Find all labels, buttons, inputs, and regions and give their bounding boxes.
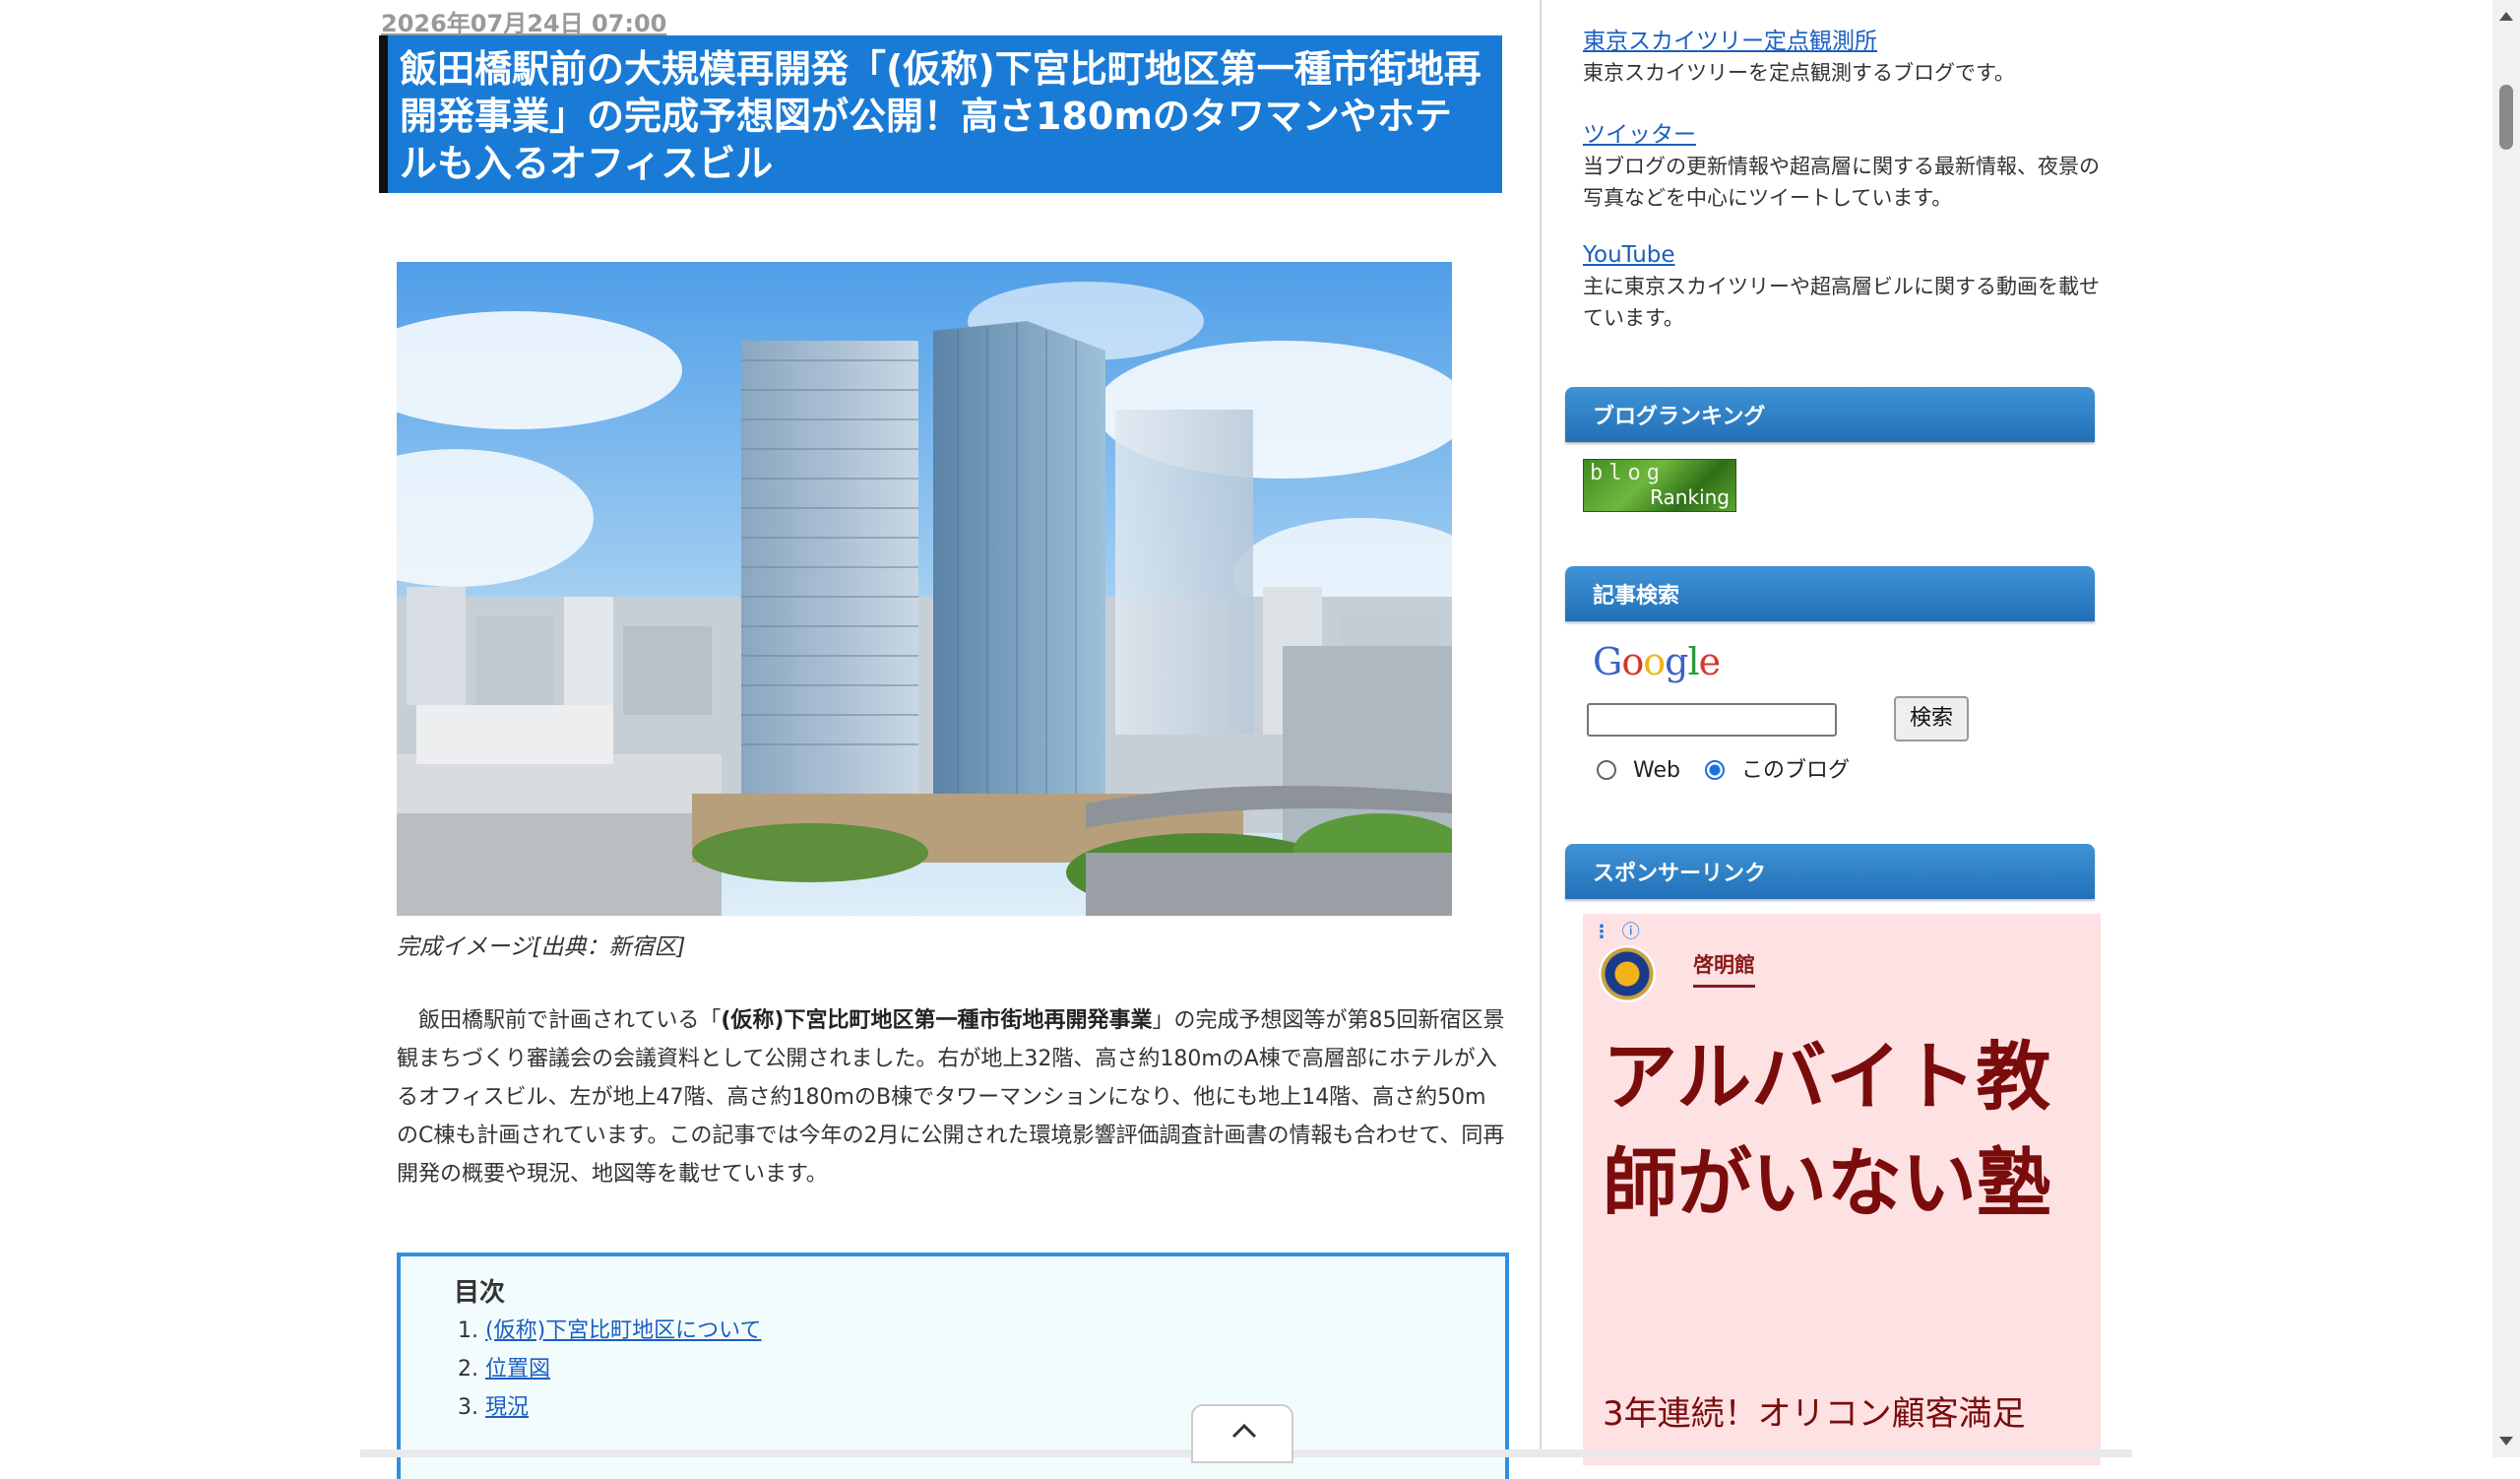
ad-banner[interactable]: ⋮ ⓘ 啓明館 アルバイト教師がいない塾 3年連続！オリコン顧客満足 xyxy=(1583,914,2101,1465)
radio-this-blog[interactable] xyxy=(1704,760,1725,780)
project-name-bold: (仮称)下宮比町地区第一種市街地再開発事業 xyxy=(721,1008,1153,1033)
toc-list: 1. (仮称)下宮比町地区について 2. 位置図 3. 現況 xyxy=(458,1312,762,1427)
sidebar-link-twitter: ツイッター 当ブログの更新情報や超高層に関する最新情報、夜景の写真などを中心にツ… xyxy=(1583,119,2105,214)
post-title: 飯田橋駅前の大規模再開発「(仮称)下宮比町地区第一種市街地再開発事業」の完成予想… xyxy=(379,35,1502,193)
post-date[interactable]: 2026年07月24日 07:00 xyxy=(381,4,666,38)
toc-link-about[interactable]: (仮称)下宮比町地区について xyxy=(485,1318,762,1343)
toc-item: 2. 位置図 xyxy=(458,1350,762,1388)
ad-brand-logo-icon xyxy=(1599,945,1656,1002)
search-widget-heading: 記事検索 xyxy=(1565,566,2095,621)
twitter-link-desc: 当ブログの更新情報や超高層に関する最新情報、夜景の写真などを中心にツイートしてい… xyxy=(1583,155,2100,210)
ranking-badge-top: blog xyxy=(1590,461,1666,485)
toc-link-location-map[interactable]: 位置図 xyxy=(485,1357,550,1382)
radio-this-blog-label: このブログ xyxy=(1740,758,1850,783)
skytree-link[interactable]: 東京スカイツリー定点観測所 xyxy=(1583,26,2105,57)
page-scrollbar[interactable] xyxy=(2492,0,2520,1457)
radio-web-label: Web xyxy=(1633,758,1680,783)
ad-subtext: 3年連続！オリコン顧客満足 xyxy=(1603,1394,2026,1434)
table-of-contents: 目次 1. (仮称)下宮比町地区について 2. 位置図 3. 現況 xyxy=(397,1253,1509,1479)
back-to-top-button[interactable] xyxy=(1191,1404,1293,1463)
ad-brand-name: 啓明館 xyxy=(1693,949,1755,988)
search-scope-options: Web このブログ xyxy=(1597,752,1850,784)
intro-text-before: 飯田橋駅前で計画されている「 xyxy=(418,1008,722,1033)
google-logo: Google xyxy=(1593,640,1721,683)
main-column: 2026年07月24日 07:00 飯田橋駅前の大規模再開発「(仮称)下宮比町地… xyxy=(379,0,1519,1479)
kebab-menu-icon[interactable]: ⋮ xyxy=(1593,922,1610,942)
info-icon[interactable]: ⓘ xyxy=(1622,922,1640,942)
ranking-badge-bottom: Ranking xyxy=(1650,485,1730,509)
toc-item-number: 2. xyxy=(458,1357,478,1382)
toc-item: 3. 現況 xyxy=(458,1388,762,1427)
toc-link-current-status[interactable]: 現況 xyxy=(485,1395,529,1420)
sidebar-link-youtube: YouTube 主に東京スカイツリーや超高層ビルに関する動画を載せています。 xyxy=(1583,239,2105,334)
youtube-link-desc: 主に東京スカイツリーや超高層ビルに関する動画を載せています。 xyxy=(1583,275,2100,330)
column-divider xyxy=(1540,0,1542,1457)
chevron-up-icon xyxy=(1231,1423,1257,1439)
youtube-link[interactable]: YouTube xyxy=(1583,239,2105,271)
search-input[interactable] xyxy=(1587,703,1837,737)
scroll-up-arrow-icon[interactable] xyxy=(2499,12,2513,21)
image-caption: 完成イメージ[出典：新宿区] xyxy=(397,934,686,960)
hero-rendering-image[interactable] xyxy=(397,262,1452,916)
skyscraper-rendering xyxy=(397,262,1452,916)
blog-ranking-badge[interactable]: blog Ranking xyxy=(1583,459,1736,512)
article-intro: 飯田橋駅前で計画されている「(仮称)下宮比町地区第一種市街地再開発事業」の完成予… xyxy=(397,1001,1507,1193)
sidebar: 東京スカイツリー定点観測所 東京スカイツリーを定点観測するブログです。 ツイッタ… xyxy=(1565,0,2107,1465)
scroll-down-arrow-icon[interactable] xyxy=(2499,1437,2513,1446)
sidebar-link-skytree: 東京スカイツリー定点観測所 東京スカイツリーを定点観測するブログです。 xyxy=(1583,26,2105,89)
toc-item-number: 3. xyxy=(458,1395,478,1420)
sponsor-widget-heading: スポンサーリンク xyxy=(1565,844,2095,899)
radio-web[interactable] xyxy=(1597,760,1616,780)
twitter-link[interactable]: ツイッター xyxy=(1583,119,2105,151)
ad-controls: ⋮ ⓘ xyxy=(1593,918,1640,943)
scrollbar-thumb[interactable] xyxy=(2499,85,2513,150)
skytree-link-desc: 東京スカイツリーを定点観測するブログです。 xyxy=(1583,61,2015,85)
ad-headline: アルバイト教師がいない塾 xyxy=(1603,1033,2051,1227)
ranking-widget-heading: ブログランキング xyxy=(1565,387,2095,442)
intro-text-after: 」の完成予想図等が第85回新宿区景観まちづくり審議会の会議資料として公開されまし… xyxy=(397,1008,1505,1187)
search-button[interactable]: 検索 xyxy=(1894,696,1969,741)
toc-title: 目次 xyxy=(454,1278,506,1308)
toc-item: 1. (仮称)下宮比町地区について xyxy=(458,1312,762,1350)
toc-item-number: 1. xyxy=(458,1318,478,1343)
